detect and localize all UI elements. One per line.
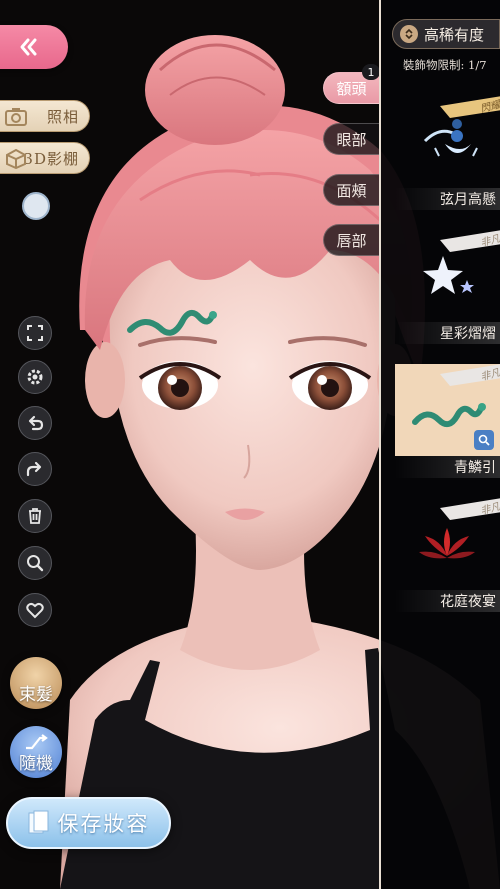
double-chevron-left-icon xyxy=(20,38,37,56)
rarity-ribbon: 非凡 xyxy=(440,498,500,520)
tab-label: 面頰 xyxy=(336,181,367,200)
decoration-name: 花庭夜宴 xyxy=(395,590,500,612)
rarity-ribbon: 閃耀 xyxy=(440,96,500,118)
fullscreen-button[interactable] xyxy=(18,316,52,350)
preview-zoom-icon[interactable] xyxy=(474,430,494,450)
heart-icon xyxy=(26,602,44,619)
decoration-panel: 高稀有度 裝飾物限制: 1/7 閃耀 弦月高懸 非凡 星彩熠熠 非凡 青鱗引 非… xyxy=(379,0,500,889)
decoration-item-selected[interactable]: 非凡 青鱗引 xyxy=(395,364,500,482)
save-makeup-label: 保存妝容 xyxy=(57,812,150,836)
decoration-item[interactable]: 非凡 花庭夜宴 xyxy=(395,498,500,616)
tab-label: 唇部 xyxy=(336,231,367,250)
tab-label: 額頭 xyxy=(336,79,367,98)
magnifier-icon xyxy=(27,555,44,572)
random-label: 隨機 xyxy=(19,754,53,774)
photo-label: 照相 xyxy=(46,107,79,126)
3d-studio-label: 3D影棚 xyxy=(23,149,79,168)
sort-label: 高稀有度 xyxy=(424,25,485,44)
fullscreen-icon xyxy=(27,325,43,341)
document-icon xyxy=(28,810,48,834)
settings-button[interactable] xyxy=(18,360,52,394)
decoration-name: 弦月高懸 xyxy=(395,188,500,210)
shuffle-icon xyxy=(26,734,48,750)
trash-icon xyxy=(29,508,41,524)
decoration-limit-text: 裝飾物限制: 1/7 xyxy=(403,58,487,72)
hair-tie-label: 束髮 xyxy=(19,685,53,705)
camera-icon xyxy=(5,108,27,126)
tab-lips[interactable]: 唇部 xyxy=(323,224,379,256)
decoration-item[interactable]: 非凡 星彩熠熠 xyxy=(395,230,500,348)
random-button[interactable]: 隨機 xyxy=(10,726,62,778)
tab-cheeks[interactable]: 面頰 xyxy=(323,174,379,206)
zoom-button[interactable] xyxy=(18,546,52,580)
tab-label: 眼部 xyxy=(336,130,367,149)
3d-studio-button[interactable]: 3D影棚 xyxy=(0,142,90,174)
cube-icon xyxy=(6,149,26,169)
undo-icon xyxy=(28,415,44,431)
decoration-name: 青鱗引 xyxy=(395,456,500,478)
rarity-ribbon: 非凡 xyxy=(440,230,500,252)
save-makeup-button[interactable]: 保存妝容 xyxy=(6,797,171,849)
photo-button[interactable]: 照相 xyxy=(0,100,90,132)
tab-eyes[interactable]: 眼部 xyxy=(323,123,379,155)
outfit-shortcut-icon[interactable] xyxy=(22,192,50,220)
rarity-ribbon: 非凡 xyxy=(440,364,500,386)
sort-rarity-button[interactable]: 高稀有度 xyxy=(392,19,500,49)
selection-count-badge: 1 xyxy=(362,64,380,80)
undo-button[interactable] xyxy=(18,406,52,440)
decoration-name: 星彩熠熠 xyxy=(395,322,500,344)
redo-button[interactable] xyxy=(18,452,52,486)
gear-icon xyxy=(27,369,43,385)
decoration-item[interactable]: 閃耀 弦月高懸 xyxy=(395,96,500,214)
delete-button[interactable] xyxy=(18,499,52,533)
hair-tie-button[interactable]: 束髮 xyxy=(10,657,62,709)
back-button[interactable] xyxy=(0,25,68,69)
favorite-button[interactable] xyxy=(18,593,52,627)
redo-icon xyxy=(26,461,42,477)
sort-icon xyxy=(400,25,418,43)
